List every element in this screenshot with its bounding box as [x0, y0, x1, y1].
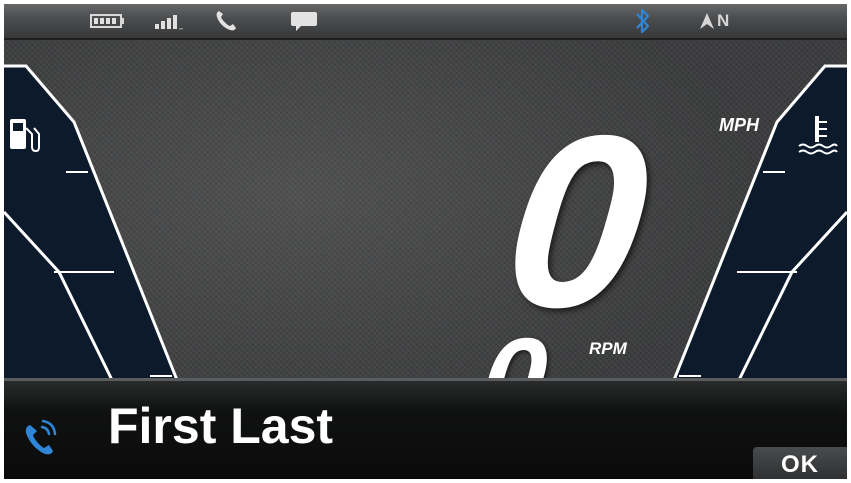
- incoming-call-icon: [22, 415, 62, 464]
- dashboard-screen: N 0 MPH 0 RPM: [4, 4, 847, 479]
- incoming-call-banner: First Last OK: [4, 378, 847, 479]
- speed-value: 0: [494, 84, 654, 358]
- message-icon: [290, 4, 318, 38]
- phone-icon: [214, 4, 238, 38]
- ok-button[interactable]: OK: [753, 447, 847, 479]
- rpm-unit: RPM: [589, 339, 627, 358]
- fuel-gauge: [4, 64, 179, 381]
- speed-unit: MPH: [719, 115, 759, 135]
- caller-name: First Last: [108, 398, 334, 454]
- temperature-gauge: [672, 64, 847, 381]
